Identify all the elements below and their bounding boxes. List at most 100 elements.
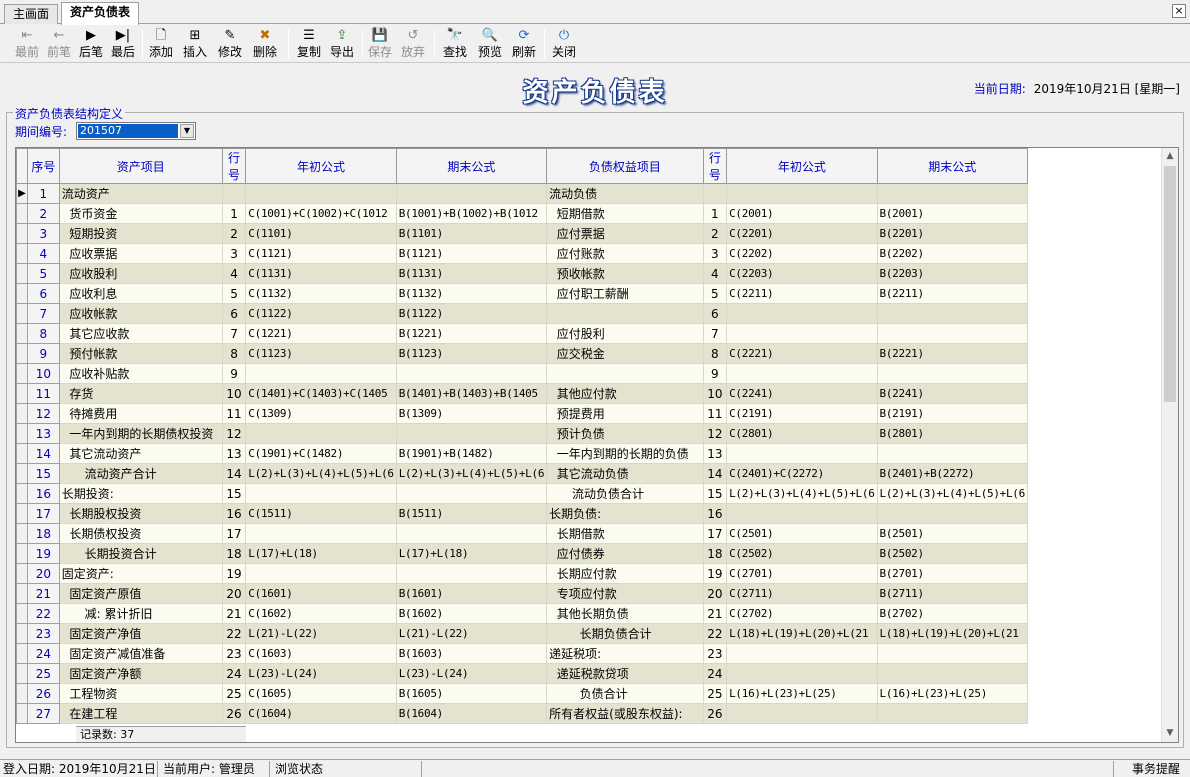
table-cell[interactable] <box>245 563 397 584</box>
table-cell[interactable]: C(1221) <box>245 323 397 344</box>
table-cell[interactable]: 流动负债合计 <box>546 483 704 504</box>
table-cell[interactable]: 长期应付款 <box>546 563 704 584</box>
table-cell[interactable]: 25 <box>26 663 60 684</box>
table-cell[interactable]: L(16)+L(23)+L(25) <box>876 683 1029 704</box>
table-cell[interactable]: 2 <box>702 223 728 244</box>
row-indicator[interactable] <box>16 383 28 404</box>
table-cell[interactable]: C(1605) <box>245 683 397 704</box>
table-cell[interactable]: 10 <box>221 383 247 404</box>
table-cell[interactable]: 19 <box>702 563 728 584</box>
table-cell[interactable]: 负债合计 <box>546 683 704 704</box>
table-cell[interactable]: 减: 累计折旧 <box>58 603 223 624</box>
table-cell[interactable]: L(2)+L(3)+L(4)+L(5)+L(6 <box>395 463 548 484</box>
table-cell[interactable]: B(2201) <box>876 223 1029 244</box>
table-cell[interactable]: 20 <box>26 563 60 584</box>
table-cell[interactable]: 8 <box>221 343 247 364</box>
table-cell[interactable] <box>876 363 1029 384</box>
table-cell[interactable]: 12 <box>26 403 60 424</box>
table-cell[interactable]: 其他应付款 <box>546 383 704 404</box>
table-cell[interactable]: B(1122) <box>395 303 548 324</box>
scroll-down-icon[interactable]: ▼ <box>1162 725 1178 742</box>
table-cell[interactable]: 19 <box>26 543 60 564</box>
table-cell[interactable]: C(1122) <box>245 303 397 324</box>
table-row[interactable]: 2 货币资金 1 C(1001)+C(1002)+C(1012 B(1001)+B(1… <box>16 203 1029 224</box>
table-cell[interactable]: 预计负债 <box>546 423 704 444</box>
col-header[interactable]: 年初公式 <box>245 148 397 184</box>
table-cell[interactable] <box>245 183 397 204</box>
table-cell[interactable]: 应收帐款 <box>58 303 223 324</box>
table-cell[interactable]: B(2502) <box>876 543 1029 564</box>
table-row[interactable]: 24 固定资产减值准备 23 C(1603) B(1603) 递延税项: 23 <box>16 643 1029 664</box>
table-cell[interactable]: B(2401)+B(2272) <box>876 463 1029 484</box>
table-cell[interactable]: 11 <box>221 403 247 424</box>
table-cell[interactable]: B(1401)+B(1403)+B(1405 <box>395 383 548 404</box>
table-cell[interactable]: 5 <box>221 283 247 304</box>
table-row[interactable]: 14 其它流动资产 13 C(1901)+C(1482) B(1901)+B(1482… <box>16 443 1029 464</box>
table-cell[interactable]: B(2211) <box>876 283 1029 304</box>
table-row[interactable]: 4 应收票据 3 C(1121) B(1121) 应付账款 3 C(2202) B(2202… <box>16 243 1029 264</box>
table-cell[interactable]: 11 <box>702 403 728 424</box>
table-cell[interactable] <box>876 643 1029 664</box>
table-cell[interactable]: 2 <box>26 203 60 224</box>
table-cell[interactable]: B(2001) <box>876 203 1029 224</box>
table-cell[interactable]: C(1001)+C(1002)+C(1012 <box>245 203 397 224</box>
table-cell[interactable]: C(1132) <box>245 283 397 304</box>
table-cell[interactable]: B(1603) <box>395 643 548 664</box>
table-row[interactable]: 17 长期股权投资 16 C(1511) B(1511) 长期负债: 16 <box>16 503 1029 524</box>
edit-button[interactable]: ✎ 修改 <box>215 27 245 61</box>
table-cell[interactable]: C(2241) <box>726 383 878 404</box>
table-cell[interactable]: C(2801) <box>726 423 878 444</box>
table-cell[interactable]: B(2202) <box>876 243 1029 264</box>
table-row[interactable]: 6 应收利息 5 C(1132) B(1132) 应付职工薪酬 5 C(2211) B(22… <box>16 283 1029 304</box>
table-cell[interactable]: B(2241) <box>876 383 1029 404</box>
table-cell[interactable]: 9 <box>221 363 247 384</box>
table-cell[interactable]: C(2001) <box>726 203 878 224</box>
table-cell[interactable]: 3 <box>221 243 247 264</box>
table-cell[interactable]: 一年内到期的长期债权投资 <box>58 423 223 444</box>
table-cell[interactable]: 22 <box>26 603 60 624</box>
row-indicator[interactable] <box>16 703 28 724</box>
table-cell[interactable]: 21 <box>26 583 60 604</box>
table-cell[interactable] <box>876 703 1029 724</box>
table-cell[interactable]: 4 <box>702 263 728 284</box>
table-cell[interactable] <box>395 483 548 504</box>
table-cell[interactable] <box>395 563 548 584</box>
table-cell[interactable]: 18 <box>221 543 247 564</box>
table-cell[interactable]: 流动资产合计 <box>58 463 223 484</box>
table-row[interactable]: ▶ 1 流动资产 流动负债 <box>16 183 1029 204</box>
table-cell[interactable]: 1 <box>221 203 247 224</box>
col-header[interactable]: 序号 <box>26 148 60 184</box>
table-cell[interactable]: C(1123) <box>245 343 397 364</box>
table-cell[interactable]: 16 <box>26 483 60 504</box>
table-cell[interactable]: 6 <box>221 303 247 324</box>
table-cell[interactable]: B(2221) <box>876 343 1029 364</box>
table-cell[interactable] <box>395 423 548 444</box>
table-cell[interactable]: 5 <box>26 263 60 284</box>
table-cell[interactable]: 递延税款贷项 <box>546 663 704 684</box>
data-grid[interactable]: 序号 资产项目 行号 年初公式 期末公式 负债权益项目 行号 年初公式 期末公式… <box>15 147 1179 743</box>
table-cell[interactable]: 其它应收款 <box>58 323 223 344</box>
table-cell[interactable]: 2 <box>221 223 247 244</box>
table-cell[interactable]: B(2801) <box>876 423 1029 444</box>
table-cell[interactable]: 应收利息 <box>58 283 223 304</box>
table-cell[interactable]: C(2203) <box>726 263 878 284</box>
table-cell[interactable]: 27 <box>26 703 60 724</box>
row-indicator[interactable] <box>16 583 28 604</box>
table-cell[interactable]: 14 <box>221 463 247 484</box>
discard-button[interactable]: ↺ 放弃 <box>398 27 428 61</box>
table-cell[interactable]: C(2191) <box>726 403 878 424</box>
table-cell[interactable]: 7 <box>221 323 247 344</box>
table-cell[interactable]: 应付股利 <box>546 323 704 344</box>
table-cell[interactable] <box>726 363 878 384</box>
table-cell[interactable]: 7 <box>702 323 728 344</box>
table-cell[interactable]: 24 <box>221 663 247 684</box>
insert-button[interactable]: ⊞ 插入 <box>180 27 210 61</box>
table-cell[interactable]: 26 <box>221 703 247 724</box>
row-indicator[interactable] <box>16 463 28 484</box>
table-cell[interactable]: 22 <box>702 623 728 644</box>
table-row[interactable]: 10 应收补贴款 9 9 <box>16 363 1029 384</box>
table-cell[interactable]: 1 <box>702 203 728 224</box>
row-indicator[interactable] <box>16 563 28 584</box>
table-cell[interactable]: 短期借款 <box>546 203 704 224</box>
table-cell[interactable]: 流动负债 <box>546 183 704 204</box>
